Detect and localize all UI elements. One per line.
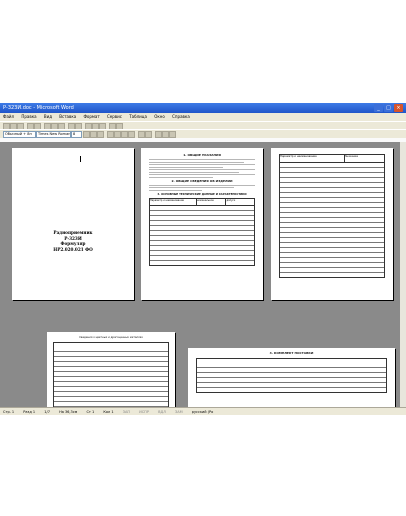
status-section: Разд 1: [23, 410, 36, 414]
italic-icon[interactable]: [90, 131, 97, 138]
bullets-icon[interactable]: [145, 131, 152, 138]
menu-insert[interactable]: Вставка: [59, 114, 76, 119]
underline-icon[interactable]: [97, 131, 104, 138]
menu-view[interactable]: Вид: [44, 114, 52, 119]
status-column: Кол 1: [103, 410, 114, 414]
col-value: Значение: [344, 155, 358, 158]
metals-table: [53, 341, 169, 412]
document-code: НР2.020.021 ФО: [53, 246, 93, 252]
col-parameter-2: Параметр и наименование: [280, 155, 345, 162]
menu-help[interactable]: Справка: [172, 114, 190, 119]
page-delivery-set: 4. КОМПЛЕКТ ПОСТАВКИ: [188, 348, 395, 412]
minimize-icon[interactable]: _: [374, 104, 383, 112]
align-center-icon[interactable]: [114, 131, 121, 138]
tech-table-continued: Параметр и наименование Значение: [279, 154, 385, 278]
delivery-table: [196, 357, 387, 393]
word-window: Р-323И.doc - Microsoft Word _ □ × Файл П…: [0, 103, 406, 415]
metals-header: Сведения о цветных и драгоценных металла…: [79, 336, 143, 339]
page-metals: Сведения о цветных и драгоценных металла…: [47, 332, 175, 412]
section-tech-data: 3. ОСНОВНЫЕ ТЕХНИЧЕСКИЕ ДАННЫЕ И ХАРАКТЕ…: [157, 192, 247, 196]
section-general-instructions: 1. ОБЩИЕ УКАЗАНИЯ: [183, 153, 221, 157]
vertical-scrollbar[interactable]: [400, 142, 406, 412]
menu-bar: Файл Правка Вид Вставка Формат Сервис Та…: [0, 113, 406, 121]
align-right-icon[interactable]: [121, 131, 128, 138]
formatting-toolbar: Обычный + 8п Times New Roman 8: [0, 129, 406, 138]
font-select[interactable]: Times New Roman: [36, 131, 71, 138]
justify-icon[interactable]: [128, 131, 135, 138]
section-product-info: 2. ОБЩИЕ СВЕДЕНИЯ ОБ ИЗДЕЛИИ: [171, 178, 233, 183]
borders-icon[interactable]: [155, 131, 162, 138]
close-icon[interactable]: ×: [394, 104, 403, 112]
window-title: Р-323И.doc - Microsoft Word: [3, 105, 74, 111]
status-mode-ovr: ЗАМ: [174, 410, 183, 414]
bold-icon[interactable]: [83, 131, 90, 138]
status-bar: Стр. 1 Разд 1 1/7 На 36,3см Ст 1 Кол 1 З…: [0, 407, 406, 415]
menu-edit[interactable]: Правка: [21, 114, 36, 119]
menu-format[interactable]: Формат: [83, 114, 99, 119]
title-block: Радиоприемник Р-323И Формуляр НР2.020.02…: [12, 230, 134, 252]
status-position: На 36,3см: [59, 410, 78, 414]
col-tolerance: допуск: [226, 199, 236, 203]
cursor: [80, 156, 81, 162]
col-parameter: Параметр и наименование: [150, 199, 197, 206]
status-page: Стр. 1: [3, 410, 15, 414]
font-size-select[interactable]: 8: [71, 131, 82, 138]
title-page: Радиоприемник Р-323И Формуляр НР2.020.02…: [12, 148, 134, 300]
numbering-icon[interactable]: [138, 131, 145, 138]
status-pages: 1/7: [44, 410, 50, 414]
status-line: Ст 1: [86, 410, 95, 414]
menu-tools[interactable]: Сервис: [107, 114, 122, 119]
menu-file[interactable]: Файл: [3, 114, 14, 119]
menu-window[interactable]: Окно: [154, 114, 165, 119]
col-nominal: номинальное: [197, 199, 227, 206]
title-bar[interactable]: Р-323И.doc - Microsoft Word _ □ ×: [0, 103, 406, 113]
menu-table[interactable]: Таблица: [129, 114, 147, 119]
font-color-icon[interactable]: [169, 131, 176, 138]
status-language: русский (Ро: [191, 410, 214, 414]
status-mode-rec: ЗАП: [122, 410, 130, 414]
style-select[interactable]: Обычный + 8п: [3, 131, 36, 138]
page-general-info: 1. ОБЩИЕ УКАЗАНИЯ 2. ОБЩИЕ СВЕДЕНИЯ ОБ И…: [141, 148, 263, 300]
document-area: Радиоприемник Р-323И Формуляр НР2.020.02…: [0, 142, 400, 412]
align-left-icon[interactable]: [107, 131, 114, 138]
maximize-icon[interactable]: □: [384, 104, 393, 112]
status-mode-trk: ИСПР: [139, 410, 149, 414]
status-mode-ext: ВДЛ: [158, 410, 166, 414]
delivery-header: 4. КОМПЛЕКТ ПОСТАВКИ: [269, 351, 314, 355]
highlight-icon[interactable]: [162, 131, 169, 138]
page-tech-table: Параметр и наименование Значение: [271, 148, 393, 300]
tech-data-table: Параметр и наименование номинальное допу…: [149, 198, 255, 267]
